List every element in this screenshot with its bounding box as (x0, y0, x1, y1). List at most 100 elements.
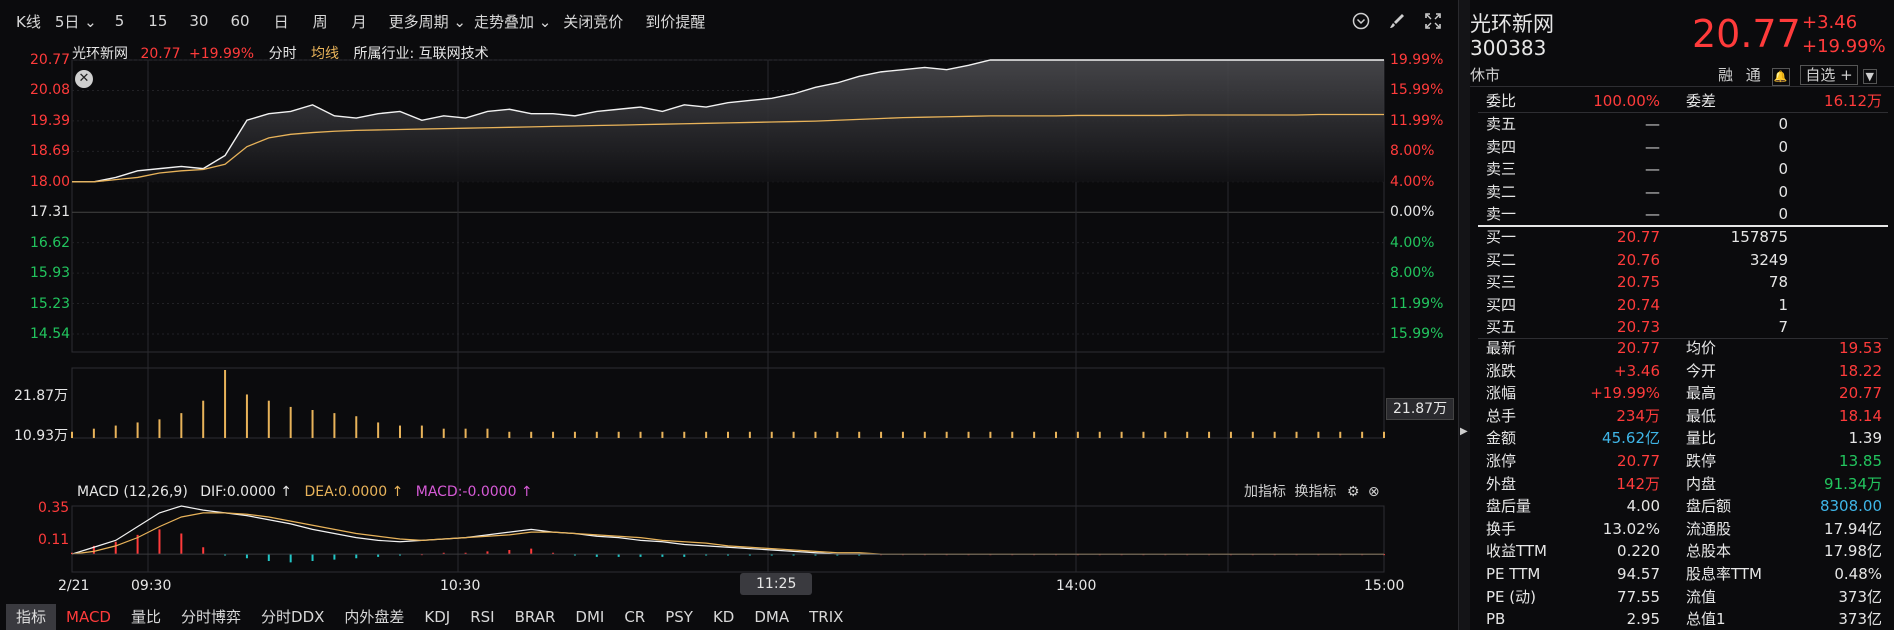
tb-15min[interactable]: 15 (148, 12, 167, 30)
chart-svg[interactable] (0, 42, 1458, 602)
weibi-value: 100.00% (1593, 92, 1660, 110)
ask-price: — (1645, 205, 1660, 223)
volume-bar (683, 431, 686, 438)
expand-icon[interactable] (1422, 10, 1444, 32)
volume-bar (333, 413, 336, 438)
ask-label: 卖二 (1486, 182, 1517, 201)
tab-psy[interactable]: PSY (655, 604, 703, 630)
tb-60min[interactable]: 60 (230, 12, 249, 30)
stat-value: 2.95 (1626, 610, 1660, 629)
macd-hist-bar (311, 554, 314, 561)
volume-bar (617, 431, 620, 438)
stat-label: PE TTM (1486, 565, 1541, 583)
tab-intraday-ddx[interactable]: 分时DDX (251, 604, 334, 630)
add-indicator-button[interactable]: 加指标 (1244, 484, 1286, 500)
panel-splitter[interactable]: ▶ (1458, 0, 1470, 630)
volume-bar (880, 431, 883, 438)
tab-trix[interactable]: TRIX (799, 604, 853, 630)
bell-icon[interactable]: 🔔 (1771, 68, 1790, 86)
tag-tong[interactable]: 通 (1746, 66, 1761, 84)
macd-hist-bar (355, 554, 358, 559)
time-label-1500: 15:00 (1364, 578, 1405, 594)
volume-bar (967, 431, 970, 438)
stat-row: 外盘 142万 内盘 91.34万 (1478, 473, 1888, 495)
tab-cr[interactable]: CR (614, 604, 655, 630)
tb-month[interactable]: 月 (352, 11, 367, 32)
tab-kdj[interactable]: KDJ (414, 604, 460, 630)
ask-row: 卖四 — 0 (1478, 136, 1888, 158)
tb-30min[interactable]: 30 (189, 12, 208, 30)
volume-bar (377, 422, 380, 438)
tab-volume-ratio[interactable]: 量比 (121, 604, 171, 630)
close-overlay-icon[interactable]: ✕ (75, 70, 93, 88)
macd-title: MACD (12,26,9) (77, 484, 188, 500)
ask-label: 卖三 (1486, 160, 1517, 178)
settings-gear-icon[interactable]: ⚙ (1347, 484, 1360, 500)
bid-price: 20.75 (1617, 273, 1660, 291)
bid-row: 买四 20.74 1 (1478, 294, 1888, 316)
volume-bar (748, 431, 751, 438)
tab-rsi[interactable]: RSI (460, 604, 504, 630)
volume-bar (158, 419, 161, 438)
bid-price: 20.77 (1617, 228, 1660, 246)
volume-bar (1011, 431, 1014, 438)
watchlist-dropdown-icon[interactable]: ▼ (1862, 69, 1877, 84)
tb-more-periods[interactable]: 更多周期 ⌄ (389, 11, 466, 32)
chart-toolbar: K线 5日 ⌄ 5 15 30 60 日 周 月 更多周期 ⌄ 走势叠加 ⌄ 关… (0, 0, 1458, 42)
volume-bar (1076, 431, 1079, 438)
ask-vol: 0 (1778, 115, 1788, 133)
macd-header: MACD (12,26,9) DIF:0.0000 ↑ DEA:0.0000 ↑… (77, 484, 533, 500)
tab-indicator[interactable]: 指标 (6, 604, 57, 630)
price-area-fill (72, 60, 1384, 182)
chart-area[interactable]: 光环新网 20.77 +19.99% 分时 均线 所属行业: 互联网技术 ✕ 2… (0, 42, 1458, 602)
stat-label: 跌停 (1686, 452, 1717, 470)
tag-rong[interactable]: 融 (1718, 66, 1733, 84)
volume-bar (289, 406, 292, 438)
stat-value: 91.34万 (1824, 474, 1882, 493)
brush-icon[interactable] (1386, 10, 1408, 32)
price-tick-label: 14.54 (30, 326, 71, 342)
tb-5day[interactable]: 5日 ⌄ (55, 11, 97, 32)
macd-hist-bar (289, 554, 292, 563)
ask-price: — (1645, 137, 1660, 156)
close-circle-icon[interactable]: ⊗ (1368, 484, 1380, 500)
tab-intraday-game[interactable]: 分时博弈 (171, 604, 251, 630)
tab-dmi[interactable]: DMI (565, 604, 614, 630)
macd-hist-bar (508, 550, 511, 555)
macd-axis-mid: 0.11 (38, 532, 70, 548)
info-price: 20.77 (140, 46, 181, 62)
stat-label: 涨幅 (1486, 384, 1517, 403)
volume-bar (661, 431, 664, 438)
tb-5min[interactable]: 5 (115, 12, 125, 30)
tab-dma[interactable]: DMA (744, 604, 799, 630)
tb-close-auction[interactable]: 关闭竞价 (563, 11, 623, 32)
collapse-arrow-icon[interactable]: ▶ (1460, 420, 1469, 444)
stat-value: 0.220 (1617, 542, 1660, 561)
time-date: 2/21 (58, 578, 90, 594)
bid-label: 买四 (1486, 295, 1517, 314)
bid-price: 20.74 (1617, 295, 1660, 314)
volume-bar (136, 422, 139, 438)
bid-vol: 3249 (1749, 250, 1788, 269)
tb-day[interactable]: 日 (274, 11, 289, 32)
macd-dea: DEA:0.0000 ↑ (304, 484, 404, 500)
tab-macd[interactable]: MACD (56, 604, 121, 630)
switch-indicator-button[interactable]: 换指标 (1294, 484, 1336, 500)
watchlist-add-button[interactable]: 自选 + (1800, 65, 1858, 85)
tb-kline[interactable]: K线 (16, 11, 41, 32)
tb-week[interactable]: 周 (313, 11, 328, 32)
tab-in-out-diff[interactable]: 内外盘差 (334, 604, 414, 630)
tb-overlay[interactable]: 走势叠加 ⌄ (474, 11, 551, 32)
volume-bar (552, 431, 555, 438)
stat-label: 最新 (1486, 339, 1517, 357)
volume-bar (1229, 431, 1232, 438)
circle-chevron-icon[interactable] (1350, 10, 1372, 32)
tab-kd[interactable]: KD (703, 604, 744, 630)
volume-bar (71, 431, 73, 438)
panel-pct: +19.99% (1802, 36, 1886, 57)
tab-brar[interactable]: BRAR (505, 604, 566, 630)
price-tick-label: 15.93 (30, 265, 71, 282)
tb-price-alert[interactable]: 到价提醒 (645, 11, 705, 32)
info-avg-label: 均线 (311, 46, 340, 62)
ask-row: 卖三 — 0 (1478, 158, 1888, 180)
